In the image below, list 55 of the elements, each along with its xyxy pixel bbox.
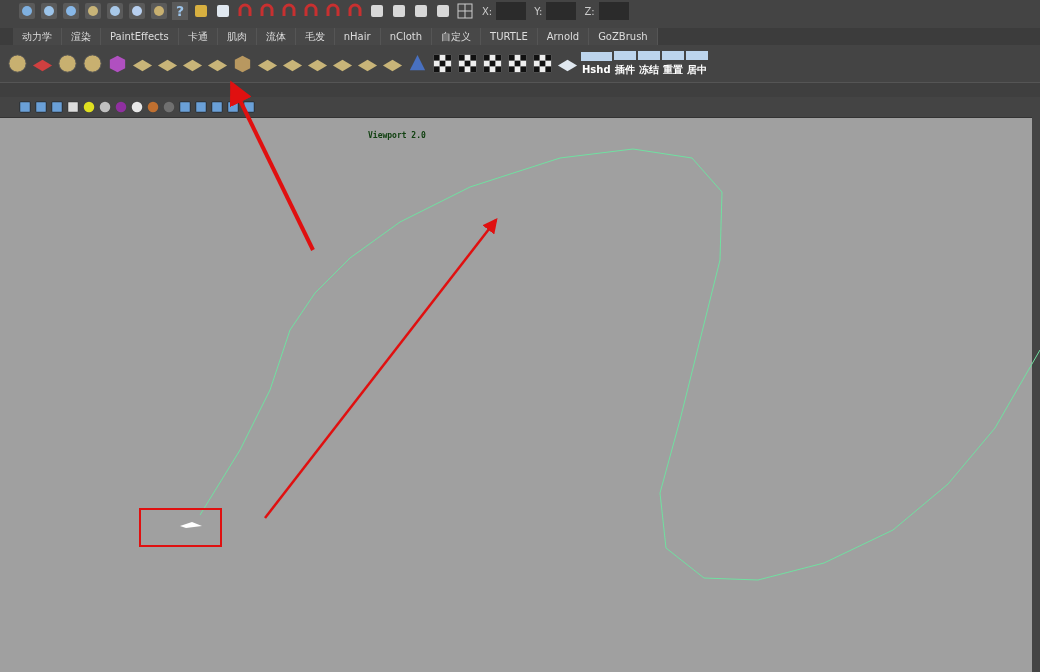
sphere-icon[interactable] (98, 100, 112, 114)
shelf-tab[interactable]: TURTLE (481, 28, 538, 45)
toolbar-icon[interactable] (434, 2, 452, 20)
shelf-tab[interactable]: 流体 (256, 28, 296, 45)
toolbar-icon[interactable] (106, 2, 124, 20)
shelf-tab[interactable]: nHair (334, 28, 381, 45)
shelf-button[interactable]: 重置 (661, 50, 684, 77)
cube-icon[interactable] (226, 100, 240, 114)
toolbar-icon[interactable] (128, 2, 146, 20)
cube-icon[interactable] (194, 100, 208, 114)
sphere-icon[interactable] (82, 100, 96, 114)
shelf-tab[interactable]: 动力学 (13, 28, 62, 45)
shelf-tab[interactable]: PaintEffects (101, 28, 179, 45)
toolbar-icon[interactable] (62, 2, 80, 20)
toolbar-icon[interactable] (84, 2, 102, 20)
shelf-button[interactable]: 冻结 (637, 50, 660, 77)
sphere-icon[interactable] (6, 52, 29, 75)
grid-icon[interactable] (456, 2, 474, 20)
toolbar-icon[interactable] (18, 2, 36, 20)
shelf-tab[interactable]: 自定义 (432, 28, 482, 45)
shelf-button[interactable]: 居中 (685, 50, 708, 77)
sphere-icon[interactable] (81, 52, 104, 75)
sphere-icon[interactable] (130, 100, 144, 114)
coordinate-label: Z: (584, 5, 595, 17)
shelf-button[interactable]: 插件 (613, 50, 636, 77)
coordinate-field[interactable] (496, 2, 527, 20)
cube-icon[interactable] (18, 100, 32, 114)
shelf-tab[interactable]: nCloth (380, 28, 433, 45)
toolbar-icon[interactable] (368, 2, 386, 20)
coordinate-field[interactable] (546, 2, 577, 20)
coordinate-label: X: (482, 5, 493, 17)
renderer-label: Viewport 2.0 (368, 131, 426, 140)
toolbar-icon[interactable] (150, 2, 168, 20)
cube-icon[interactable] (34, 100, 48, 114)
shelf-tab[interactable]: 卡通 (178, 28, 218, 45)
shelf-button[interactable]: Hshd (581, 52, 612, 75)
sphere-icon[interactable] (56, 52, 79, 75)
point-marker (180, 522, 202, 528)
toolbar-icon[interactable] (390, 2, 408, 20)
coordinate-field[interactable] (598, 2, 629, 20)
shelf-tab[interactable]: 肌肉 (217, 28, 257, 45)
cube-icon[interactable] (178, 100, 192, 114)
help-button[interactable]: ? (172, 2, 188, 20)
coordinate-label: Y: (534, 5, 543, 17)
toolbar-icon[interactable] (192, 2, 210, 20)
cube-icon[interactable] (210, 100, 224, 114)
shelf-tab[interactable]: 渲染 (62, 28, 101, 45)
toolbar-icon[interactable] (412, 2, 430, 20)
cube-icon[interactable] (50, 100, 64, 114)
cube-icon[interactable] (242, 100, 256, 114)
shelf-tab[interactable]: GoZBrush (589, 28, 658, 45)
toolbar-icon[interactable] (40, 2, 58, 20)
shelf-tab[interactable]: Arnold (537, 28, 590, 45)
toolbar-icon[interactable] (214, 2, 232, 20)
shelf-tab[interactable]: 毛发 (295, 28, 335, 45)
